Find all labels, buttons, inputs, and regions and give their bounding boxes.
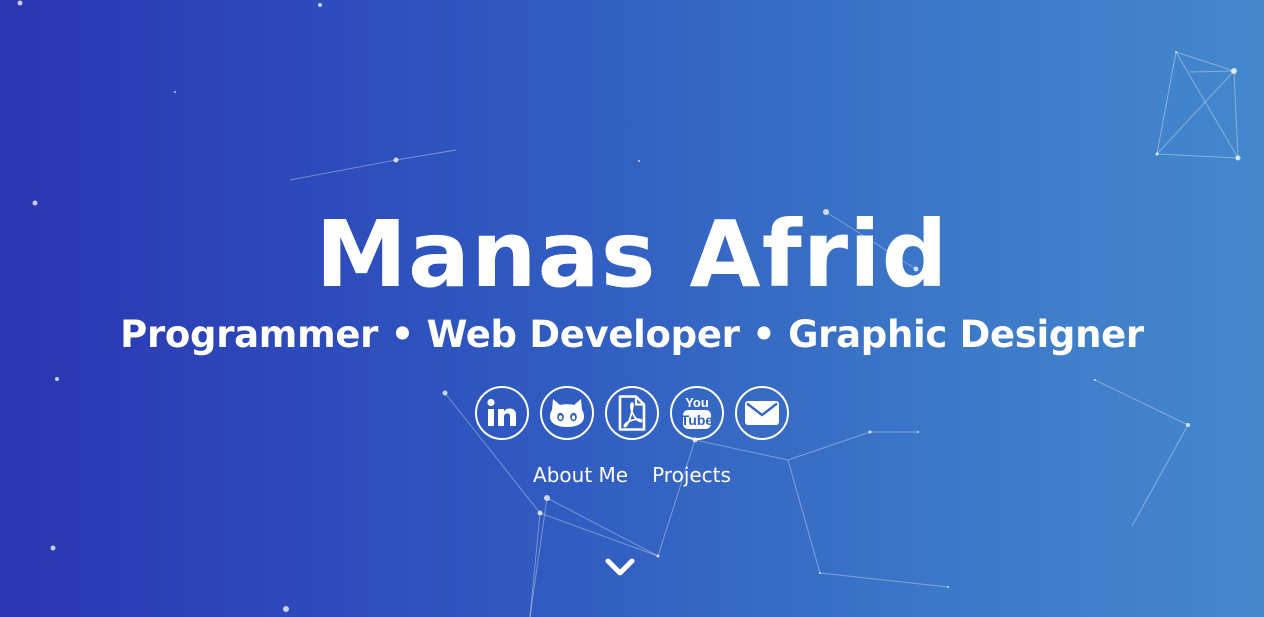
github-icon [550,399,584,427]
pdf-resume-icon [618,395,646,431]
hero-section: Manas Afrid Programmer • Web Developer •… [0,0,1264,617]
svg-text:You: You [685,395,709,410]
nav-about-link[interactable]: About Me [533,462,628,488]
email-button[interactable] [735,386,789,440]
linkedin-button[interactable] [475,386,529,440]
hero-content: Manas Afrid Programmer • Web Developer •… [0,0,1264,617]
chevron-down-icon[interactable] [604,556,636,580]
email-icon [745,401,779,425]
hero-subtitle: Programmer • Web Developer • Graphic Des… [120,313,1144,356]
linkedin-icon [487,398,516,426]
svg-text:Tube: Tube [681,412,714,428]
youtube-icon: You Tube [681,395,714,429]
hero-nav: About Me Projects [0,462,1264,488]
social-links: You Tube [0,386,1264,440]
nav-projects-link[interactable]: Projects [652,462,731,488]
youtube-button[interactable]: You Tube [670,386,724,440]
hero-name: Manas Afrid [315,201,949,308]
github-button[interactable] [540,386,594,440]
resume-pdf-button[interactable] [605,386,659,440]
